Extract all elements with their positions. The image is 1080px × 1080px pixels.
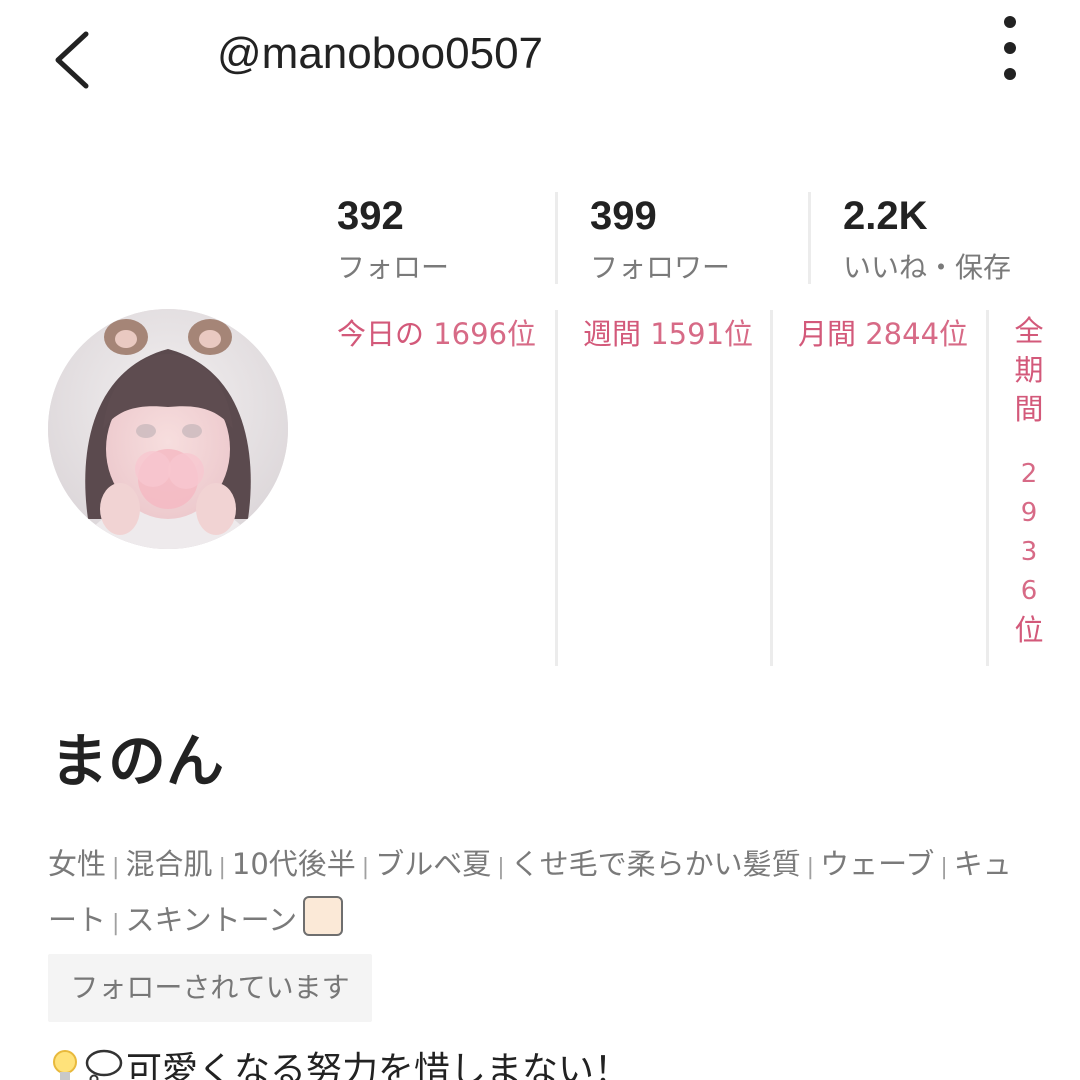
followers-label: フォロワー: [590, 251, 731, 284]
rank-weekly[interactable]: 週間 1591位: [583, 312, 753, 356]
rank-divider: [770, 310, 773, 666]
rank-all-time-digit: 6: [1020, 576, 1038, 606]
profile-bio: 可愛くなる努力を惜しまない！: [50, 1046, 630, 1080]
stat-likes-saves[interactable]: 2.2K いいね・保存: [843, 190, 1011, 290]
avatar[interactable]: [48, 309, 288, 549]
skin-tone-swatch: [303, 896, 344, 936]
profile-page: @manoboo0507 392 フォロー 399 フォロワー 2.2K いいね…: [0, 0, 1080, 1080]
tag-skin-type: 混合肌: [125, 847, 213, 881]
followed-by-badge: フォローされています: [48, 954, 372, 1022]
stat-following[interactable]: 392 フォロー: [337, 190, 449, 290]
profile-name: まのん: [50, 727, 225, 795]
rank-weekly-label: 週間: [583, 317, 642, 351]
rank-weekly-value: 1591位: [650, 317, 754, 351]
tag-separator: |: [112, 911, 120, 936]
rank-all-time-label-char: 全: [1014, 314, 1044, 348]
tag-separator: |: [497, 855, 505, 880]
rank-all-time-digit: 2: [1020, 459, 1038, 489]
likes-saves-count: 2.2K: [843, 194, 928, 238]
rank-monthly-label: 月間: [798, 317, 857, 351]
rank-today-label: 今日の: [337, 317, 425, 351]
tag-separator: |: [112, 855, 120, 880]
likes-saves-label: いいね・保存: [843, 251, 1012, 284]
more-options-button[interactable]: [990, 10, 1030, 86]
followers-count: 399: [590, 194, 657, 238]
following-count: 392: [337, 194, 404, 238]
bio-text: 可愛くなる努力を惜しまない！: [126, 1050, 631, 1080]
more-vertical-icon: [1004, 16, 1016, 80]
header-username: @manoboo0507: [217, 29, 544, 78]
avatar-photo: [48, 309, 288, 549]
rank-divider: [986, 310, 989, 666]
rank-monthly[interactable]: 月間 2844位: [798, 312, 968, 356]
rank-monthly-value: 2844位: [865, 317, 969, 351]
rank-all-time-digit: 9: [1020, 498, 1038, 528]
tag-separator: |: [806, 855, 815, 880]
rank-today[interactable]: 今日の 1696位: [337, 312, 536, 356]
chevron-left-icon: [55, 31, 89, 89]
rank-all-time[interactable]: 全 期 間 2 9 3 6 位: [1006, 312, 1052, 650]
rank-all-time-label-char: 間: [1014, 392, 1044, 426]
rank-all-time-digit: 3: [1020, 537, 1038, 567]
stats-divider: [808, 192, 811, 284]
rank-divider: [555, 310, 558, 666]
stat-followers[interactable]: 399 フォロワー: [590, 190, 730, 290]
profile-tags: 女性 | 混合肌 | 10代後半 | ブルベ夏 | くせ毛で柔らかい髪質 | ウェーブ | キュート | ス…: [48, 838, 1038, 950]
rank-all-time-label: 全 期 間: [1006, 312, 1052, 429]
tag-hair-type: くせ毛で柔らかい髪質: [510, 847, 801, 881]
stats-divider: [555, 192, 558, 284]
thought-bubble-icon: [84, 1048, 124, 1080]
tag-skin-tone: スキントーン: [125, 903, 298, 937]
lightbulb-icon: [50, 1048, 80, 1080]
tag-personal-color: ブルベ夏: [375, 847, 492, 881]
back-button[interactable]: [40, 22, 110, 98]
rank-all-time-label-char: 期: [1014, 353, 1044, 387]
following-label: フォロー: [337, 251, 450, 284]
tag-body-type: ウェーブ: [820, 847, 935, 881]
tag-gender: 女性: [48, 847, 107, 881]
tag-separator: |: [940, 855, 948, 880]
rank-all-time-value: 2 9 3 6: [1006, 455, 1052, 611]
tag-age: 10代後半: [231, 847, 356, 881]
tag-separator: |: [361, 855, 370, 880]
tag-separator: |: [218, 855, 226, 880]
rank-today-value: 1696位: [433, 317, 537, 351]
rank-all-time-suffix: 位: [1014, 613, 1044, 647]
